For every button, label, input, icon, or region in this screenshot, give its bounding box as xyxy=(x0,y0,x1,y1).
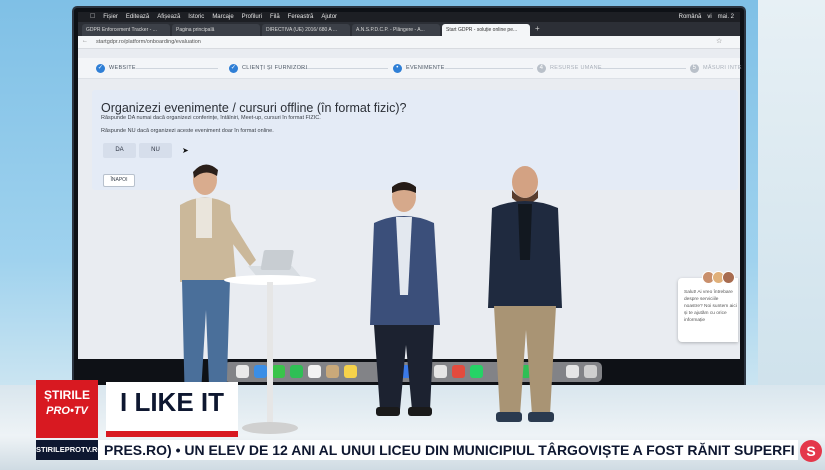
step-number: 4 xyxy=(537,63,546,73)
question-title: Organizezi evenimente / cursuri offline … xyxy=(101,101,407,115)
menu-item[interactable]: Fereastră xyxy=(288,12,314,22)
chat-greeting: Salut! Ai vreo întrebare despre servicii… xyxy=(684,290,737,323)
step-measures[interactable]: 5 MĂSURI INTE xyxy=(690,63,742,73)
guest-in-blue-jacket xyxy=(370,182,440,416)
channel-logo-line2: PRO•TV xyxy=(46,405,88,417)
current-step-icon: • xyxy=(393,63,402,73)
browser-tab[interactable]: Pagina principală xyxy=(172,24,260,36)
show-title-accent xyxy=(106,431,238,437)
stepper-connector xyxy=(445,68,533,69)
show-title: I LIKE IT xyxy=(120,387,224,417)
step-label: CLIENȚI ȘI FURNIZORI xyxy=(242,65,308,71)
browser-tab[interactable]: DIRECTIVA (UE) 2016/ 680 A ... xyxy=(262,24,350,36)
menu-item[interactable]: Editează xyxy=(126,12,149,22)
agent-avatar xyxy=(722,271,735,284)
stepper-connector xyxy=(598,68,686,69)
app-icon[interactable] xyxy=(452,365,465,378)
clock[interactable]: mai. 2 xyxy=(718,12,734,22)
back-arrow-icon[interactable]: ← xyxy=(82,38,88,44)
step-label: RESURSE UMANE xyxy=(550,65,602,71)
check-icon: ✓ xyxy=(229,63,238,73)
menu-item[interactable]: Filă xyxy=(270,12,280,22)
menu-item[interactable]: Istoric xyxy=(188,12,204,22)
mouse-cursor-icon: ➤ xyxy=(182,146,189,155)
studio-side-wall xyxy=(758,0,825,390)
stepper-connector xyxy=(300,68,388,69)
browser-tab-strip: GDPR Enforcement Tracker - ... Pagina pr… xyxy=(78,22,740,36)
step-hr[interactable]: 4 RESURSE UMANE xyxy=(537,63,602,73)
menu-item[interactable]: Afișează xyxy=(157,12,180,22)
step-events[interactable]: • EVENIMENTE xyxy=(393,63,445,73)
reminders-icon[interactable] xyxy=(344,365,357,378)
news-ticker-text: PRES.RO) • UN ELEV DE 12 ANI AL UNUI LIC… xyxy=(104,442,794,458)
corner-logo-icon: S xyxy=(800,440,822,462)
keyboard-language[interactable]: Română xyxy=(679,12,702,22)
trash-icon[interactable] xyxy=(584,365,597,378)
bookmark-star-icon[interactable]: ☆ xyxy=(716,37,722,45)
new-tab-icon[interactable]: + xyxy=(535,22,540,36)
browser-tab-active[interactable]: Start GDPR - soluție online pe... xyxy=(442,24,530,36)
step-label: EVENIMENTE xyxy=(406,65,445,71)
question-hint-no: Răspunde NU dacă organizezi aceste eveni… xyxy=(101,128,274,134)
os-menubar:  Fișier Editează Afișează Istoric Marca… xyxy=(78,12,740,22)
menu-item[interactable]: Ajutor xyxy=(321,12,337,22)
browser-tab[interactable]: GDPR Enforcement Tracker - ... xyxy=(82,24,170,36)
guest-in-navy-jacket xyxy=(488,166,562,422)
yes-button[interactable]: DA xyxy=(103,143,136,158)
apple-icon[interactable]:  xyxy=(90,12,95,22)
stepper-connector xyxy=(136,68,218,69)
check-icon: ✓ xyxy=(96,63,105,73)
browser-tab[interactable]: A.N.S.P.D.C.P. - Plângere - A... xyxy=(352,24,440,36)
url-text[interactable]: startgdpr.ro/platform/onboarding/evaluat… xyxy=(96,38,616,46)
question-hint-yes: Răspunde DA numai dacă organizezi confer… xyxy=(101,115,321,121)
step-website[interactable]: ✓ WEBSITE xyxy=(96,63,136,73)
step-label: MĂSURI INTE xyxy=(703,65,742,71)
step-clients[interactable]: ✓ CLIENȚI ȘI FURNIZORI xyxy=(229,63,307,73)
no-button[interactable]: NU xyxy=(139,143,172,158)
notes-icon[interactable] xyxy=(326,365,339,378)
back-button[interactable]: ÎNAPOI xyxy=(103,174,135,187)
channel-logo-line1: ȘTIRILE xyxy=(43,388,90,402)
step-label: WEBSITE xyxy=(109,65,136,71)
step-number: 5 xyxy=(690,63,699,73)
menu-status[interactable]: vi xyxy=(707,12,711,22)
menu-item[interactable]: Marcaje xyxy=(212,12,233,22)
menu-item[interactable]: Profiluri xyxy=(242,12,262,22)
menu-item[interactable]: Fișier xyxy=(103,12,118,22)
channel-website: STIRILEPROTV.RO xyxy=(36,440,103,460)
